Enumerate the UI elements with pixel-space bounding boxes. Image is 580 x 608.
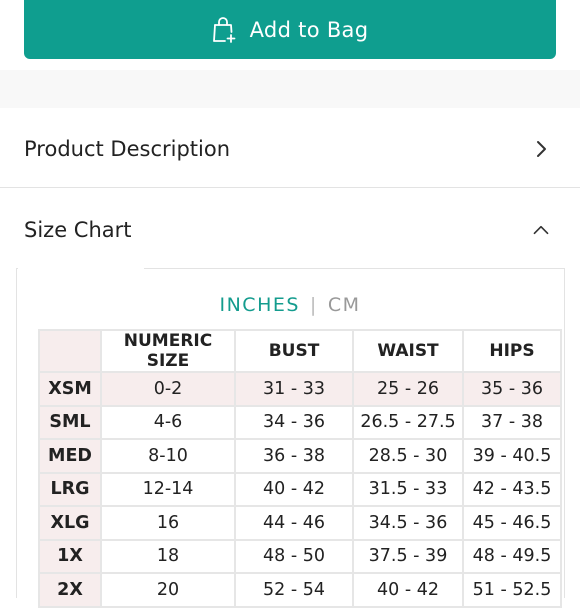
table-row: SML 4-6 34 - 36 26.5 - 27.5 37 - 38 <box>38 404 562 440</box>
add-to-bag-button[interactable]: Add to Bag <box>24 0 556 59</box>
table-cell: 37 - 38 <box>462 404 562 440</box>
table-row: XSM 0-2 31 - 33 25 - 26 35 - 36 <box>38 371 562 407</box>
chevron-up-icon <box>532 221 550 239</box>
table-cell: 52 - 54 <box>234 572 354 608</box>
section-spacer <box>0 70 580 108</box>
table-cell: 42 - 43.5 <box>462 471 562 507</box>
table-cell: 34.5 - 36 <box>352 505 464 541</box>
table-cell: 26.5 - 27.5 <box>352 404 464 440</box>
table-cell: 31 - 33 <box>234 371 354 407</box>
table-cell: 44 - 46 <box>234 505 354 541</box>
table-header-row: NUMERIC SIZE BUST WAIST HIPS <box>38 329 562 373</box>
chevron-right-icon <box>532 140 550 158</box>
table-cell: 4-6 <box>100 404 236 440</box>
table-cell: 36 - 38 <box>234 438 354 474</box>
table-cell: 8-10 <box>100 438 236 474</box>
size-label: SML <box>38 404 102 440</box>
table-cell: 45 - 46.5 <box>462 505 562 541</box>
size-label: LRG <box>38 471 102 507</box>
column-header: BUST <box>234 329 354 373</box>
table-cell: 20 <box>100 572 236 608</box>
table-cell: 48 - 49.5 <box>462 538 562 574</box>
unit-toggle: INCHES | CM <box>0 294 580 316</box>
table-cell: 12-14 <box>100 471 236 507</box>
unit-inches-option[interactable]: INCHES <box>219 294 299 316</box>
add-to-bag-label: Add to Bag <box>249 17 369 42</box>
unit-cm-option[interactable]: CM <box>328 294 361 316</box>
table-cell: 48 - 50 <box>234 538 354 574</box>
table-cell: 34 - 36 <box>234 404 354 440</box>
product-description-title: Product Description <box>24 136 231 161</box>
table-cell: 31.5 - 33 <box>352 471 464 507</box>
table-cell: 18 <box>100 538 236 574</box>
table-cell: 16 <box>100 505 236 541</box>
table-row: LRG 12-14 40 - 42 31.5 - 33 42 - 43.5 <box>38 471 562 507</box>
size-label: 1X <box>38 538 102 574</box>
size-chart-accordion[interactable]: Size Chart <box>0 190 580 270</box>
size-label: XLG <box>38 505 102 541</box>
table-cell: 40 - 42 <box>352 572 464 608</box>
table-row: XLG 16 44 - 46 34.5 - 36 45 - 46.5 <box>38 505 562 541</box>
table-cell: 37.5 - 39 <box>352 538 464 574</box>
size-label: XSM <box>38 371 102 407</box>
table-row: 2X 20 52 - 54 40 - 42 51 - 52.5 <box>38 572 562 608</box>
panel-tab-gap <box>18 266 144 272</box>
table-cell: 28.5 - 30 <box>352 438 464 474</box>
column-header: HIPS <box>462 329 562 373</box>
product-description-accordion[interactable]: Product Description <box>0 110 580 188</box>
shopping-bag-add-icon <box>212 16 236 44</box>
size-label: 2X <box>38 572 102 608</box>
column-header: NUMERIC SIZE <box>100 329 236 373</box>
column-header: WAIST <box>352 329 464 373</box>
table-row: MED 8-10 36 - 38 28.5 - 30 39 - 40.5 <box>38 438 562 474</box>
table-cell: 39 - 40.5 <box>462 438 562 474</box>
table-cell: 35 - 36 <box>462 371 562 407</box>
table-row: 1X 18 48 - 50 37.5 - 39 48 - 49.5 <box>38 538 562 574</box>
unit-separator: | <box>309 294 318 316</box>
table-cell: 40 - 42 <box>234 471 354 507</box>
size-table: NUMERIC SIZE BUST WAIST HIPS XSM 0-2 31 … <box>38 329 562 608</box>
table-cell: 25 - 26 <box>352 371 464 407</box>
table-corner-cell <box>38 329 102 373</box>
table-cell: 0-2 <box>100 371 236 407</box>
table-cell: 51 - 52.5 <box>462 572 562 608</box>
size-label: MED <box>38 438 102 474</box>
size-chart-title: Size Chart <box>24 218 132 242</box>
